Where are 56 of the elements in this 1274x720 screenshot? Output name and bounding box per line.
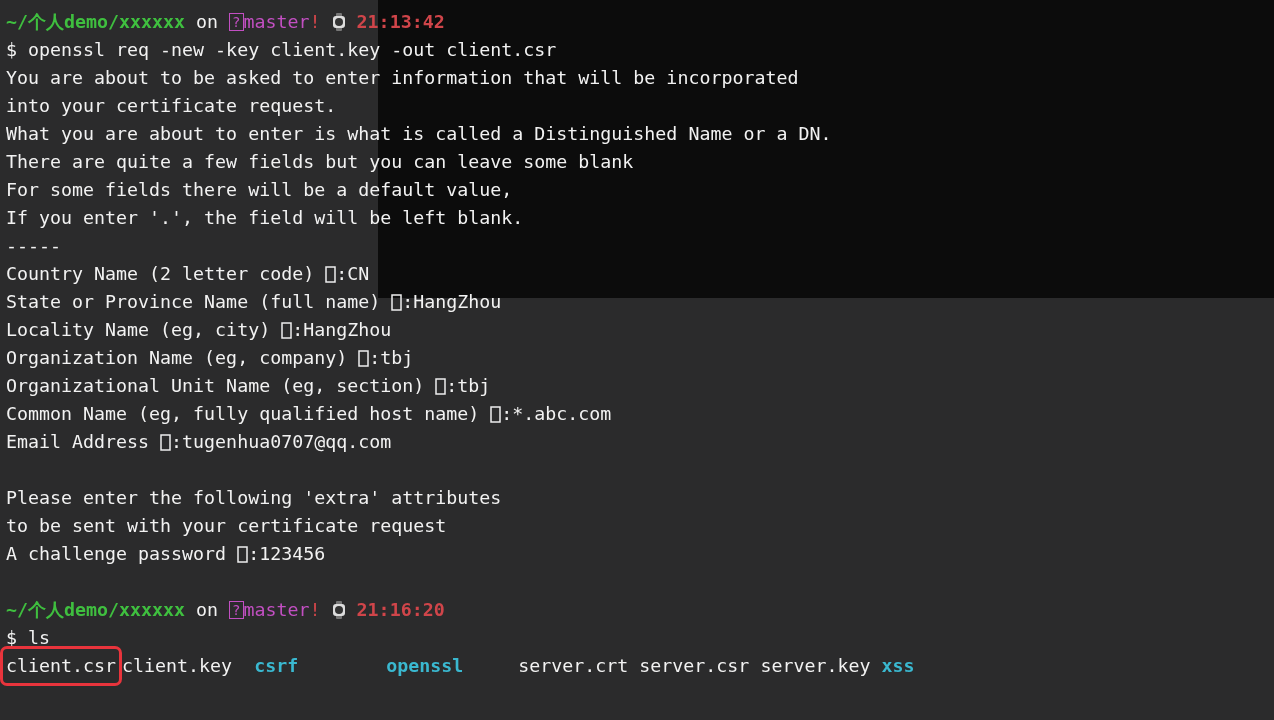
output-text: You are about to be asked to enter information that will be incorporated [6, 66, 799, 90]
prompt-text: on [196, 10, 219, 34]
output-text: to be sent with your certificate request [6, 514, 447, 538]
branch-name: master [243, 10, 310, 34]
field-label: Organization Name (eg, company) [6, 346, 349, 370]
field-label: State or Province Name (full name) [6, 290, 382, 314]
field-value: :HangZhou [292, 318, 392, 342]
watch-icon [331, 13, 346, 31]
field-value: :CN [336, 262, 370, 286]
output-text: What you are about to enter is what is called a Distinguished Name or a DN. [6, 122, 832, 146]
field-label: Email Address [6, 430, 151, 454]
branch-marker: ? [229, 13, 244, 31]
missing-glyph-icon [281, 321, 293, 339]
output-text: There are quite a few fields but you can leave some blank [6, 150, 634, 174]
output-text: For some fields there will be a default value, [6, 178, 513, 202]
watch-icon [331, 601, 346, 619]
missing-glyph-icon [160, 433, 172, 451]
field-label: Common Name (eg, fully qualified host name) [6, 402, 481, 426]
field-value: :*.abc.com [501, 402, 612, 426]
prompt-path: ~/个人demo/xxxxxx [6, 598, 186, 622]
field-value: :tbj [369, 346, 414, 370]
output-text: Please enter the following 'extra' attributes [6, 486, 502, 510]
status-text: ! [309, 10, 321, 34]
file-name: client.key [122, 654, 234, 678]
field-label: Organizational Unit Name (eg, section) [6, 374, 426, 398]
missing-glyph-icon [435, 377, 447, 395]
prompt-path: ~/个人demo/xxxxxx [6, 10, 186, 34]
status-text: ! [309, 598, 321, 622]
output-text: ----- [6, 234, 62, 258]
missing-glyph-icon [391, 293, 403, 311]
prompt-time: 21:16:20 [356, 598, 445, 622]
command-line: $ openssl req -new -key client.key -out client.csr [6, 38, 557, 62]
field-value: :123456 [248, 542, 326, 566]
missing-glyph-icon [325, 265, 337, 283]
field-label: Locality Name (eg, city) [6, 318, 272, 342]
field-value: :tbj [446, 374, 491, 398]
prompt-time: 21:13:42 [356, 10, 445, 34]
branch-name: master [243, 598, 310, 622]
prompt-text: on [196, 598, 219, 622]
missing-glyph-icon [237, 545, 249, 563]
output-text: into your certificate request. [6, 94, 337, 118]
field-label: A challenge password [6, 542, 228, 566]
branch-marker: ? [229, 601, 244, 619]
directory-name: xss [881, 654, 915, 678]
missing-glyph-icon [490, 405, 502, 423]
output-text: If you enter '.', the field will be left blank. [6, 206, 524, 230]
field-value: :tugenhua0707@qq.com [171, 430, 392, 454]
field-value: :HangZhou [402, 290, 502, 314]
file-name: server.crt [518, 654, 629, 678]
file-name: client.csr [0, 646, 123, 686]
file-name: server.key [760, 654, 871, 678]
directory-name: csrf [254, 654, 300, 678]
directory-name: openssl [386, 654, 465, 678]
missing-glyph-icon [358, 349, 370, 367]
field-label: Country Name (2 letter code) [6, 262, 316, 286]
file-name: server.csr [639, 654, 750, 678]
